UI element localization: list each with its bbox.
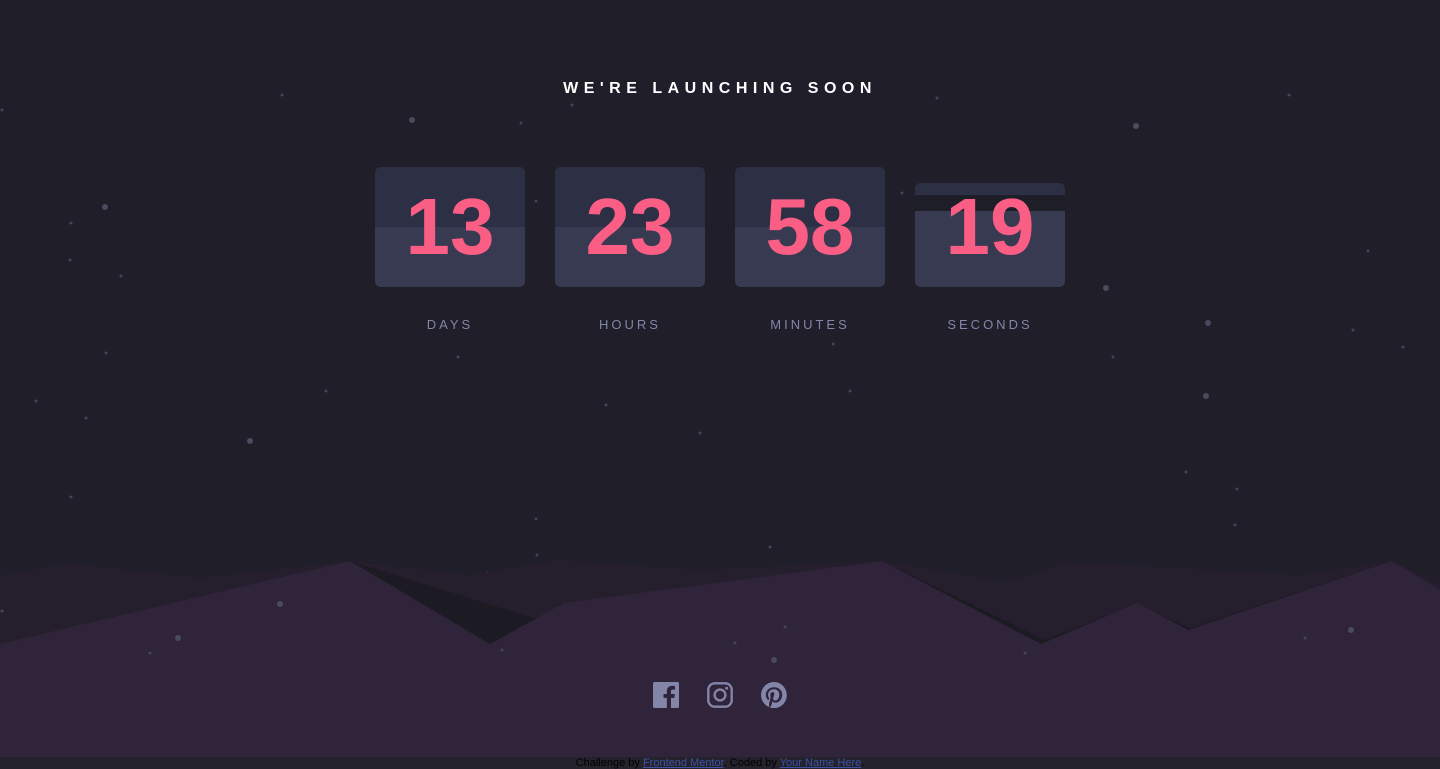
countdown-minutes: 58 MINUTES [735,167,885,337]
seconds-card: 19 [915,183,1065,287]
days-value: 13 [405,182,495,271]
hills-illustration [0,560,1440,769]
facebook-link[interactable] [653,682,679,708]
countdown-hours: 23 HOURS [555,167,705,337]
social-links [653,682,793,709]
frontend-mentor-link[interactable]: Frontend Mentor [643,757,724,769]
instagram-link[interactable] [707,682,733,708]
attribution-middle: . Coded by [723,757,780,769]
minutes-value: 58 [765,182,855,271]
attribution-prefix: Challenge by [575,757,643,769]
minutes-label: MINUTES [770,317,850,332]
hours-value: 23 [585,182,675,271]
pinterest-link[interactable] [761,682,787,709]
hours-card: 23 [555,167,705,287]
minutes-card: 58 [735,167,885,287]
hours-label: HOURS [599,317,661,332]
countdown-days: 13 DAYS [375,167,525,337]
days-card: 13 [375,167,525,287]
instagram-icon [707,682,733,708]
seconds-label: SECONDS [947,317,1033,332]
page-title: WE'RE LAUNCHING SOON [563,80,877,97]
attribution-suffix: . [861,757,865,769]
author-link[interactable]: Your Name Here [780,757,862,769]
days-label: DAYS [426,317,474,332]
attribution-footer: Challenge by Frontend Mentor. Coded by Y… [0,757,1440,769]
page: WE'RE LAUNCHING SOON 13 DAYS 23 HOURS 58 [0,0,1440,769]
countdown-seconds: 19 SECONDS [915,167,1065,337]
seconds-value: 19 [945,183,1035,271]
countdown-timer: 13 DAYS 23 HOURS 58 MINUTES 19 SECONDS [375,167,1065,337]
facebook-icon [653,682,679,708]
pinterest-icon [761,682,787,709]
